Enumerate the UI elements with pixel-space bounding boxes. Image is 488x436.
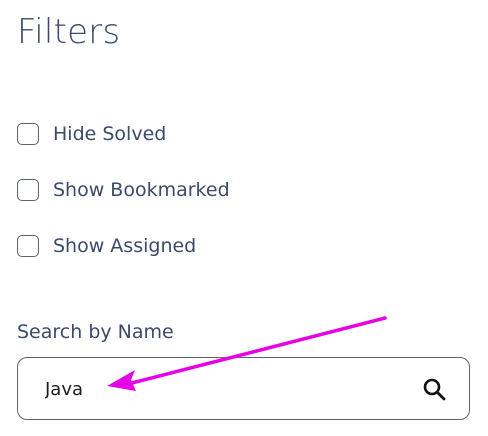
filter-hide-solved[interactable]: Hide Solved [17, 123, 166, 145]
show-bookmarked-checkbox[interactable] [17, 179, 39, 201]
page-title: Filters [17, 12, 121, 52]
search-field-container [17, 357, 470, 420]
filter-show-bookmarked[interactable]: Show Bookmarked [17, 179, 230, 201]
search-input[interactable] [45, 376, 385, 402]
show-assigned-checkbox[interactable] [17, 235, 39, 257]
show-assigned-label: Show Assigned [53, 235, 197, 257]
show-bookmarked-label: Show Bookmarked [53, 179, 230, 201]
hide-solved-checkbox[interactable] [17, 123, 39, 145]
search-icon [423, 378, 446, 401]
hide-solved-label: Hide Solved [53, 123, 167, 145]
search-button[interactable] [419, 374, 449, 404]
filter-show-assigned[interactable]: Show Assigned [17, 235, 196, 257]
search-by-name-label: Search by Name [17, 321, 174, 343]
